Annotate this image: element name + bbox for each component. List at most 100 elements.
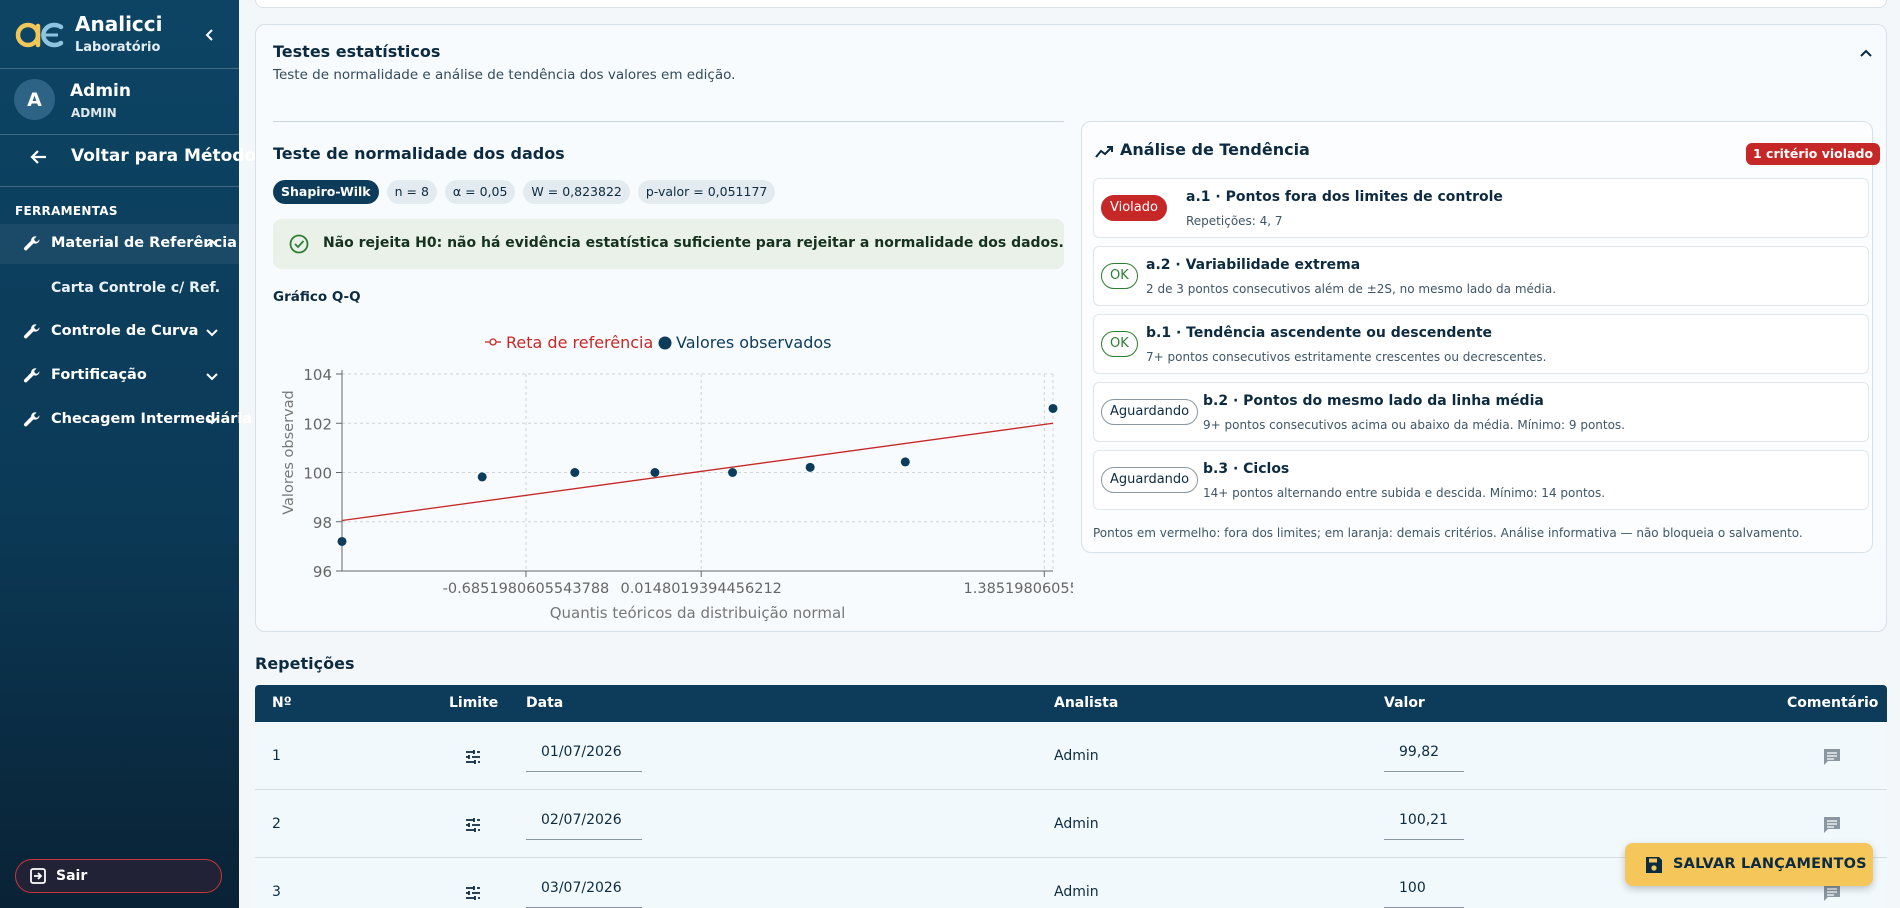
chip-test: Shapiro-Wilk: [273, 180, 379, 204]
date-input[interactable]: 01/07/2026: [526, 740, 642, 772]
sub-item-carta-controle[interactable]: Carta Controle c/ Ref.: [51, 280, 220, 296]
cell-n: 3: [272, 884, 281, 900]
nav-item-checagem-intermediaria[interactable]: Checagem Intermediária: [0, 400, 252, 440]
brand-subtitle: Laboratório: [75, 40, 161, 55]
value-text: 99,82: [1399, 744, 1440, 760]
wrench-icon: [23, 236, 40, 251]
chip-w: W = 0,823822: [523, 180, 630, 204]
data-point: [337, 536, 347, 546]
wrench-icon: [23, 412, 40, 427]
cell-analyst: Admin: [1054, 748, 1099, 764]
chevron-down-icon: [206, 373, 218, 381]
criterion-b2: Aguardando b.2 · Pontos do mesmo lado da…: [1093, 382, 1869, 442]
tune-icon[interactable]: [463, 883, 483, 903]
cell-analyst: Admin: [1054, 816, 1099, 832]
table-row: 1 01/07/2026 Admin 99,82: [255, 722, 1887, 790]
chevron-up-icon[interactable]: [1857, 44, 1875, 62]
trend-analysis-panel: Análise de Tendência 1 critério violado …: [1081, 121, 1881, 553]
back-label: Voltar para Métodos: [71, 146, 267, 166]
criterion-a1: Violado a.1 · Pontos fora dos limites de…: [1093, 178, 1869, 238]
trend-footnote: Pontos em vermelho: fora dos limites; em…: [1093, 526, 1803, 540]
user-profile: A Admin ADMIN: [14, 79, 234, 123]
value-input[interactable]: 99,82: [1384, 740, 1464, 772]
chip-alpha: α = 0,05: [444, 180, 516, 204]
nav-label: Checagem Intermediária: [51, 411, 253, 427]
save-icon: [1646, 857, 1662, 873]
chip-p-value: p-valor = 0,051177: [637, 180, 776, 204]
data-point: [1048, 403, 1058, 413]
col-value: Valor: [1384, 695, 1425, 711]
x-tick-label: 1.3851980605543788: [964, 581, 1073, 597]
date-input[interactable]: 03/07/2026: [526, 876, 642, 908]
logout-label: Sair: [56, 868, 88, 884]
criterion-desc: Repetições: 4, 7: [1186, 214, 1283, 228]
status-badge: Aguardando: [1101, 399, 1199, 425]
divider: [0, 68, 239, 69]
divider: [273, 121, 1064, 122]
comment-icon[interactable]: [1822, 815, 1842, 835]
y-tick-label: 98: [313, 514, 332, 532]
comment-icon[interactable]: [1822, 883, 1842, 903]
save-entries-button[interactable]: SALVAR LANÇAMENTOS: [1625, 843, 1873, 886]
criterion-title: b.2 · Pontos do mesmo lado da linha médi…: [1203, 393, 1544, 409]
alert-text: Não rejeita H0: não há evidência estatís…: [323, 235, 1064, 251]
user-name: Admin: [70, 81, 131, 101]
status-badge: Violado: [1101, 195, 1167, 221]
x-tick-label: -0.6851980605543788: [443, 581, 610, 597]
x-axis-label: Quantis teóricos da distribuição normal: [550, 604, 846, 622]
data-point: [477, 472, 487, 482]
date-input[interactable]: 02/07/2026: [526, 808, 642, 840]
criterion-title: b.1 · Tendência ascendente ou descendent…: [1146, 325, 1493, 341]
chevron-down-icon: [206, 417, 218, 425]
divider: [0, 186, 239, 187]
normality-result-alert: Não rejeita H0: não há evidência estatís…: [273, 219, 1064, 269]
status-badge: OK: [1101, 331, 1138, 357]
analicci-logo-icon: [15, 22, 64, 48]
normality-title: Teste de normalidade dos dados: [273, 144, 565, 163]
previous-card: [255, 0, 1887, 8]
value-input[interactable]: 100: [1384, 876, 1464, 908]
y-tick-label: 96: [313, 563, 332, 581]
statistical-tests-card: Testes estatísticos Teste de normalidade…: [255, 24, 1887, 632]
date-value: 02/07/2026: [541, 812, 622, 828]
divider: [0, 134, 239, 135]
y-axis-label: Valores observad: [281, 390, 297, 515]
data-point: [900, 457, 910, 467]
arrow-left-icon: [28, 146, 50, 168]
criterion-desc: 9+ pontos consecutivos acima ou abaixo d…: [1203, 418, 1625, 432]
x-tick-label: 0.0148019394456212: [620, 581, 781, 597]
nav-item-fortificacao[interactable]: Fortificação: [0, 356, 239, 396]
brand: Analicci Laboratório: [14, 10, 234, 68]
legend-ref-marker: [489, 338, 497, 346]
qq-plot: 96 98 100 102 104 -0.6851980605543788 0.014801…: [281, 333, 1073, 622]
violations-badge: 1 critério violado: [1746, 143, 1881, 165]
y-tick-label: 100: [303, 465, 332, 483]
logout-button[interactable]: Sair: [15, 859, 222, 893]
comment-icon[interactable]: [1822, 747, 1842, 767]
chevron-down-icon: [206, 329, 218, 337]
nav-label: Fortificação: [51, 367, 147, 383]
status-badge: Aguardando: [1101, 467, 1199, 493]
value-input[interactable]: 100,21: [1384, 808, 1464, 840]
reference-line: [341, 422, 1054, 522]
back-to-methods-link[interactable]: Voltar para Métodos: [28, 145, 266, 169]
nav-item-material-de-referencia[interactable]: Material de Referência: [0, 224, 239, 264]
cell-n: 1: [272, 748, 281, 764]
tune-icon[interactable]: [463, 747, 483, 767]
normality-chips: Shapiro-Wilk n = 8 α = 0,05 W = 0,823822…: [273, 180, 776, 204]
nav-item-controle-de-curva[interactable]: Controle de Curva: [0, 312, 239, 352]
criterion-b3: Aguardando b.3 · Ciclos 14+ pontos alter…: [1093, 450, 1869, 510]
tune-icon[interactable]: [463, 815, 483, 835]
legend-obs-marker: [658, 336, 672, 350]
data-point: [570, 468, 580, 477]
table-header: Nº Limite Data Analista Valor Comentário: [255, 685, 1887, 722]
chip-n: n = 8: [386, 180, 437, 204]
value-text: 100,21: [1399, 812, 1448, 828]
legend-ref-label: Reta de referência: [506, 333, 653, 352]
collapse-sidebar-button[interactable]: [198, 23, 222, 47]
value-text: 100: [1399, 880, 1426, 896]
trending-icon: [1095, 146, 1113, 158]
criterion-title: a.1 · Pontos fora dos limites de control…: [1186, 189, 1503, 205]
cell-n: 2: [272, 816, 281, 832]
logout-icon: [30, 868, 46, 884]
